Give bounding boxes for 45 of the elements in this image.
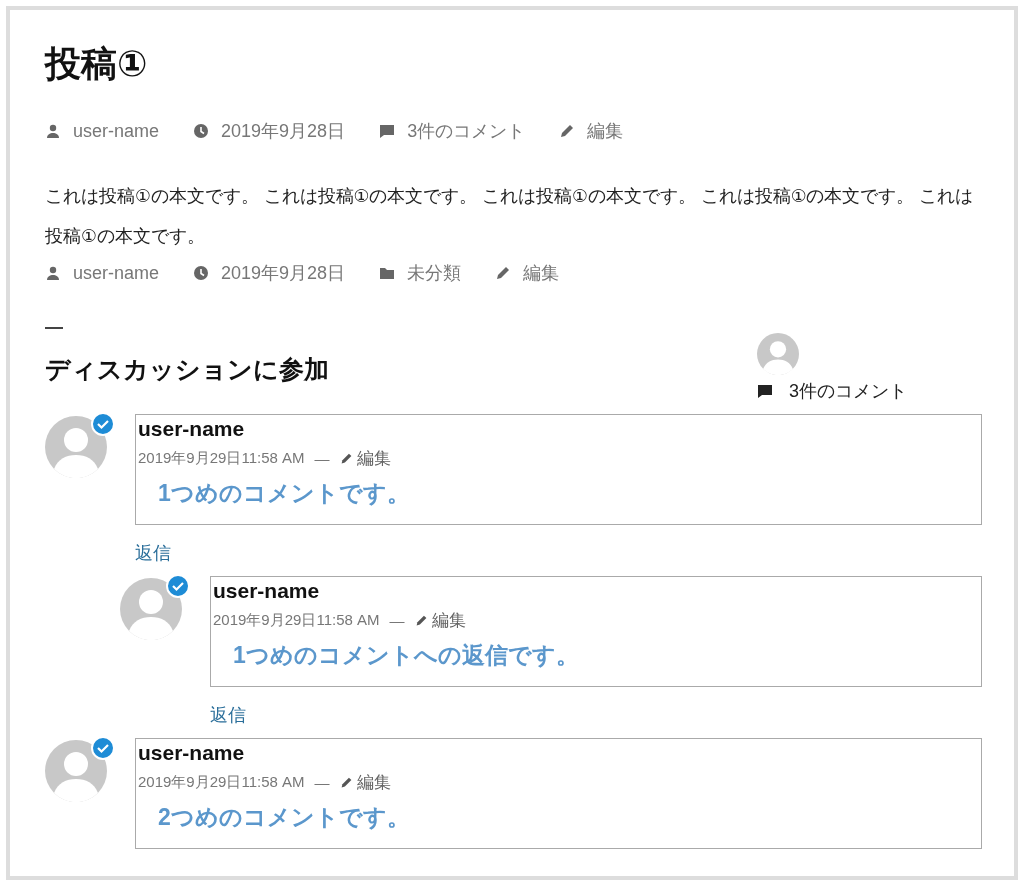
comment-date[interactable]: 2019年9月29日11:58 AM	[138, 773, 305, 792]
edit-link[interactable]: 編集	[339, 447, 391, 470]
pencil-icon	[339, 776, 353, 789]
edit-link[interactable]: 編集	[587, 119, 624, 143]
post-body: これは投稿①の本文です。 これは投稿①の本文です。 これは投稿①の本文です。 これは投稿①の本文です。 これは投稿①の本文です。	[45, 185, 975, 248]
date-link[interactable]: 2019年9月28日	[221, 261, 346, 285]
edit-link[interactable]: 編集	[414, 609, 466, 632]
comment-author: user-name	[213, 579, 321, 603]
comment-text: 1つめのコメントへの返信です。	[233, 641, 580, 670]
comment-text: 1つめのコメントです。	[158, 479, 411, 508]
separator: —	[314, 450, 330, 467]
comment-date[interactable]: 2019年9月29日11:58 AM	[138, 449, 305, 468]
pencil-icon	[495, 265, 512, 281]
category-link[interactable]: 未分類	[407, 261, 462, 285]
person-icon	[45, 265, 61, 281]
pencil-icon	[414, 614, 428, 627]
person-icon	[45, 123, 61, 139]
comment-author: user-name	[138, 741, 246, 765]
pencil-icon	[559, 123, 576, 139]
comment-date[interactable]: 2019年9月29日11:58 AM	[213, 611, 380, 630]
post-title: 投稿①	[45, 42, 149, 86]
avatar-icon	[757, 333, 799, 375]
author-link[interactable]: user-name	[73, 262, 160, 284]
pencil-icon	[339, 452, 353, 465]
reply-link[interactable]: 返信	[210, 703, 246, 727]
separator: —	[389, 612, 405, 629]
clock-icon	[193, 123, 210, 139]
speech-bubble-icon	[379, 123, 396, 139]
discussion-heading: ディスカッションに参加	[45, 354, 329, 385]
avatar-icon	[45, 416, 107, 478]
folder-icon	[379, 265, 396, 281]
comment-count: 3件のコメント	[789, 380, 907, 403]
reply-link[interactable]: 返信	[135, 541, 171, 565]
comment-author: user-name	[138, 417, 246, 441]
comments-link[interactable]: 3件のコメント	[407, 119, 526, 143]
edit-link[interactable]: 編集	[523, 261, 560, 285]
clock-icon	[193, 265, 210, 281]
author-link[interactable]: user-name	[73, 120, 160, 142]
comment-text: 2つめのコメントです。	[158, 803, 411, 832]
avatar-icon	[45, 740, 107, 802]
edit-link[interactable]: 編集	[339, 771, 391, 794]
date-link[interactable]: 2019年9月28日	[221, 119, 346, 143]
avatar-icon	[120, 578, 182, 640]
separator: —	[314, 774, 330, 791]
speech-bubble-icon	[757, 383, 773, 399]
